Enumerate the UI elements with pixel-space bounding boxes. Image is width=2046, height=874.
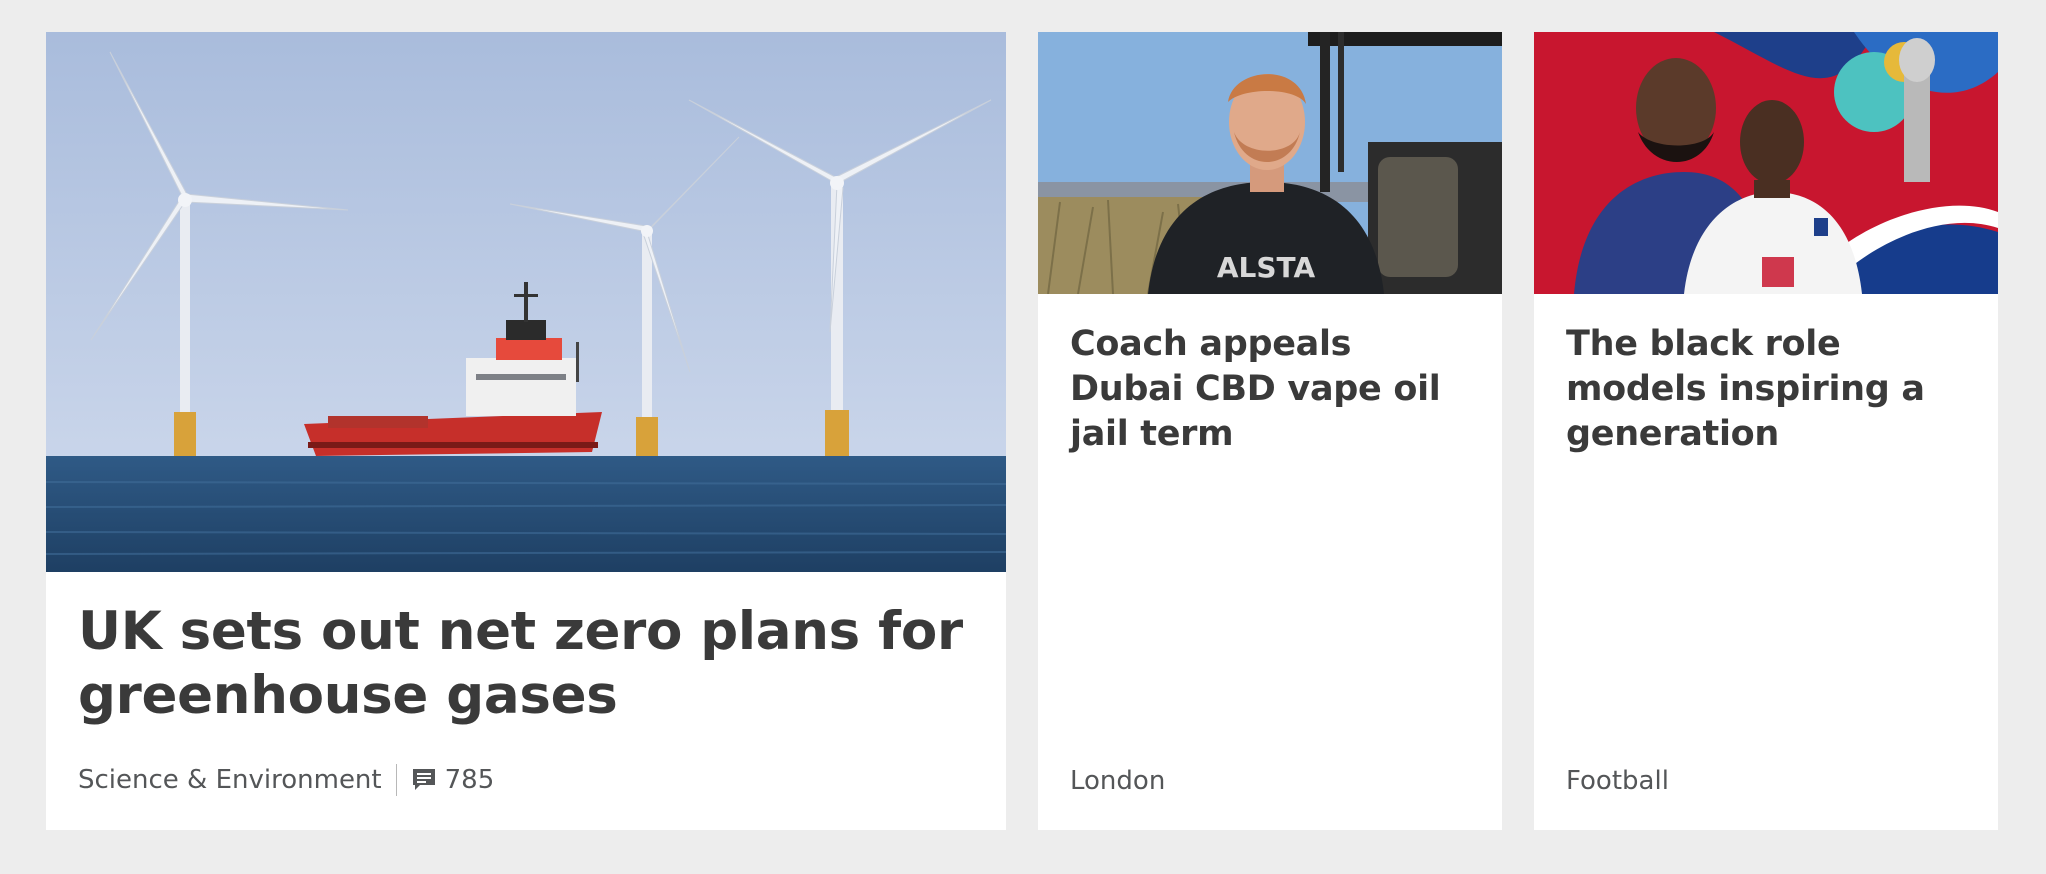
lead-story-image[interactable] <box>46 32 1006 572</box>
lead-story-card[interactable]: UK sets out net zero plans for greenhous… <box>46 32 1006 830</box>
section-link[interactable]: London <box>1070 766 1165 796</box>
man-portrait-photo: ALSTA <box>1038 32 1502 294</box>
story-headline-role-models[interactable]: The black role models inspiring a genera… <box>1566 322 1966 457</box>
story-card-role-models[interactable]: The black role models inspiring a genera… <box>1534 32 1998 830</box>
story-image-role-models[interactable] <box>1534 32 1998 294</box>
comment-count: 785 <box>444 765 495 795</box>
section-link[interactable]: Football <box>1566 766 1669 796</box>
story-headline-dubai[interactable]: Coach appeals Dubai CBD vape oil jail te… <box>1070 322 1470 457</box>
speech-bubble-icon <box>412 769 435 790</box>
meta-divider <box>395 764 397 796</box>
story-card-dubai[interactable]: ALSTA Coach appeals Dubai CBD vape oil j… <box>1038 32 1502 830</box>
illustration-footballers <box>1534 32 1998 294</box>
lead-story-meta: Science & Environment 785 <box>78 764 494 796</box>
story-image-dubai[interactable]: ALSTA <box>1038 32 1502 294</box>
svg-text:ALSTA: ALSTA <box>1217 251 1316 284</box>
wind-farm-photo <box>46 32 1006 572</box>
comments-link[interactable]: 785 <box>411 765 495 795</box>
story-meta-dubai: London <box>1070 766 1165 796</box>
section-link[interactable]: Science & Environment <box>78 765 382 795</box>
lead-story-headline[interactable]: UK sets out net zero plans for greenhous… <box>78 600 974 728</box>
story-meta-role-models: Football <box>1566 766 1669 796</box>
